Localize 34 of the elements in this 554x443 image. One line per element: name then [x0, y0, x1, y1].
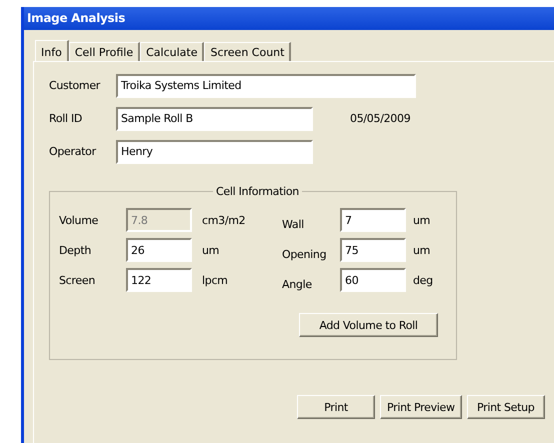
print-button[interactable]: Print Preview — [380, 395, 462, 419]
field-label: Wall — [282, 217, 305, 231]
input-field[interactable]: 122 — [126, 268, 192, 292]
unit-label: um — [412, 244, 432, 256]
print-button[interactable]: Print — [297, 395, 375, 419]
field-label: Depth — [59, 243, 92, 257]
unit-label: um — [412, 214, 432, 226]
field-label: Operator — [49, 145, 98, 158]
field-label: Screen — [59, 273, 96, 287]
field-label: Angle — [282, 277, 313, 291]
input-field[interactable]: Henry — [116, 140, 313, 164]
field-label: Volume — [59, 213, 100, 227]
tab[interactable]: Screen Count — [204, 42, 292, 61]
group-title: Cell Information — [215, 185, 300, 198]
unit-label: lpcm — [201, 274, 229, 286]
tab[interactable]: Info — [35, 40, 69, 62]
input-field[interactable]: 26 — [126, 238, 192, 262]
tab[interactable]: Calculate — [140, 42, 204, 61]
unit-label: deg — [412, 274, 434, 286]
unit-label: um — [201, 244, 220, 256]
field-label: Customer — [49, 79, 102, 92]
input-field[interactable]: Sample Roll B — [116, 106, 313, 130]
print-button[interactable]: Print Setup — [466, 395, 545, 419]
date-text: 05/05/2009 — [350, 112, 410, 125]
add-volume-button[interactable]: Add Volume to Roll — [299, 313, 438, 337]
field-label: Roll ID — [49, 112, 84, 125]
input-field[interactable]: 7 — [340, 208, 406, 232]
tab[interactable]: Cell Profile — [68, 42, 140, 61]
unit-label: cm3/m2 — [201, 214, 246, 226]
field-label: Opening — [282, 247, 328, 261]
window-title: Image Analysis — [24, 7, 554, 30]
input-field[interactable]: Troika Systems Limited — [116, 74, 416, 98]
input-field[interactable]: 75 — [340, 238, 406, 262]
input-field[interactable]: 60 — [340, 268, 406, 292]
